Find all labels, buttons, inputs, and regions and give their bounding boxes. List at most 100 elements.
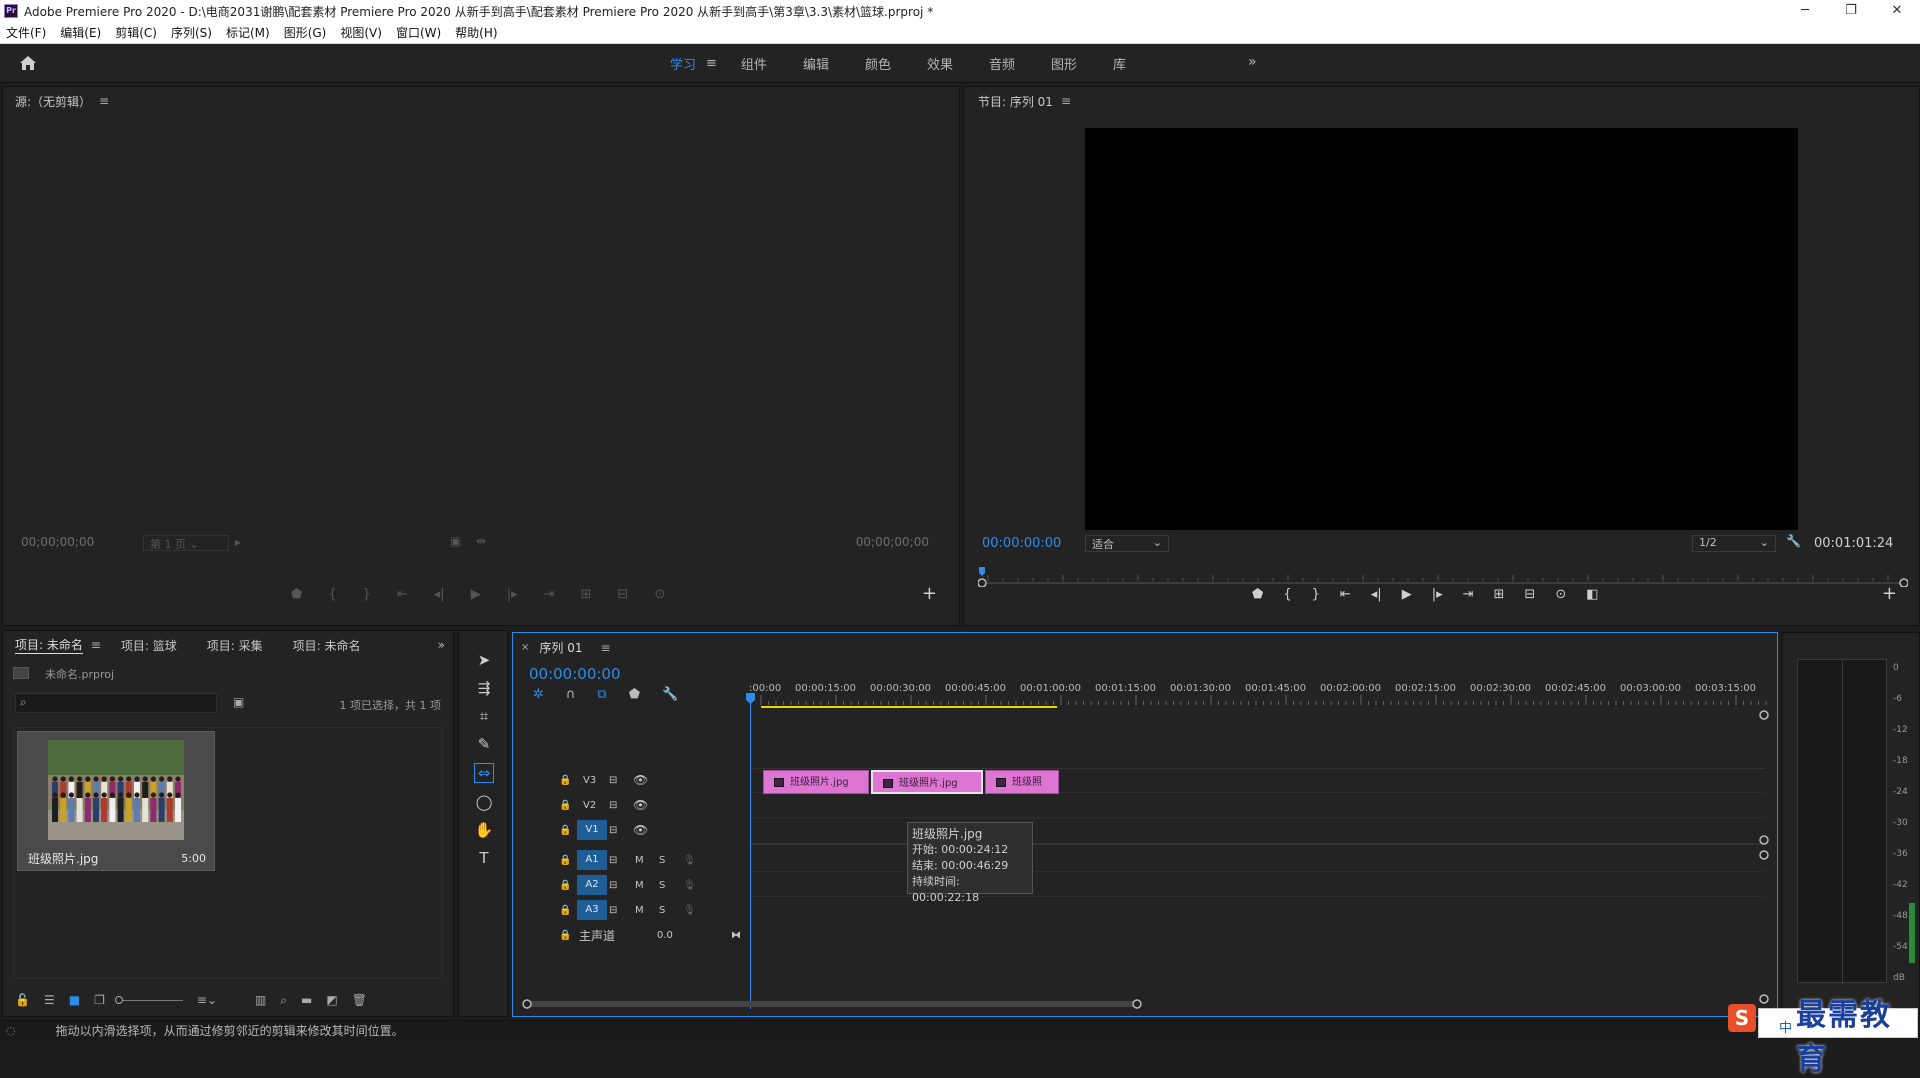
mark-out-icon[interactable]: } — [363, 587, 371, 602]
clip-1[interactable]: 班级照片.jpg — [763, 770, 869, 794]
export-frame-icon[interactable]: ⊙ — [1555, 587, 1566, 602]
fit-dropdown[interactable]: 适合 ⌄ — [1085, 535, 1169, 552]
slide-tool-icon[interactable]: ⇔ — [473, 763, 495, 783]
step-back-icon[interactable]: ◂| — [434, 587, 445, 602]
voiceover-mic-icon[interactable]: 🎙 — [683, 905, 696, 916]
track-visibility-icon[interactable]: 👁 — [633, 798, 648, 812]
track-lock-icon[interactable]: 🔒 — [559, 775, 571, 786]
solo-button[interactable]: S — [659, 855, 665, 866]
find-icon[interactable]: ⌕ — [280, 993, 287, 1008]
workspace-tab-audio[interactable]: 音频 — [989, 54, 1015, 73]
menu-markers[interactable]: 标记(M) — [226, 24, 270, 41]
close-tab-icon[interactable]: × — [521, 642, 529, 653]
track-lock-icon[interactable]: 🔒 — [559, 855, 571, 866]
project-tab-untitled-2[interactable]: 项目: 未命名 — [293, 637, 361, 654]
trim-icon[interactable]: ⇹ — [476, 534, 486, 548]
page-dropdown[interactable]: 第 1 页 ⌄ — [143, 535, 229, 551]
mark-in-icon[interactable]: { — [1283, 587, 1291, 602]
lock-icon[interactable]: 🔓 — [15, 993, 30, 1007]
track-lock-icon[interactable]: 🔒 — [559, 930, 571, 941]
export-frame-icon[interactable]: ⊙ — [654, 587, 665, 602]
track-visibility-icon[interactable]: 👁 — [633, 823, 648, 837]
mute-button[interactable]: M — [635, 880, 644, 891]
new-bin-icon[interactable]: ▬ — [301, 993, 312, 1007]
zoom-slider[interactable] — [114, 995, 183, 1004]
program-timecode[interactable]: 00:00:00:00 — [982, 536, 1061, 551]
automate-to-sequence-icon[interactable]: ▥ — [255, 993, 266, 1007]
track-label-a2[interactable]: A2 — [577, 875, 607, 895]
workspace-more-button[interactable]: » — [1248, 54, 1257, 70]
step-back-icon[interactable]: ◂| — [1371, 587, 1382, 602]
track-label-a3[interactable]: A3 — [577, 900, 607, 920]
menu-window[interactable]: 窗口(W) — [396, 24, 441, 41]
home-icon[interactable] — [18, 53, 38, 73]
minimize-button[interactable]: ─ — [1782, 0, 1828, 22]
project-tab-untitled[interactable]: 项目: 未命名 — [15, 636, 83, 654]
solo-button[interactable]: S — [659, 905, 665, 916]
linked-selection-icon[interactable]: ⧉ — [597, 687, 606, 702]
step-forward-icon[interactable]: |▸ — [507, 587, 518, 602]
voiceover-mic-icon[interactable]: 🎙 — [683, 855, 696, 866]
comparison-view-icon[interactable]: ◧ — [1586, 587, 1598, 602]
step-forward-icon[interactable]: |▸ — [1432, 587, 1443, 602]
sogou-ime-icon[interactable]: S — [1728, 1004, 1756, 1032]
project-search-input[interactable]: ⌕ — [15, 693, 217, 713]
close-button[interactable]: ✕ — [1874, 0, 1920, 22]
ripple-edit-tool-icon[interactable]: ⌗ — [480, 707, 488, 725]
ime-mode-label[interactable]: 中 — [1779, 1017, 1792, 1036]
playhead-icon[interactable] — [746, 693, 756, 705]
ellipse-tool-icon[interactable]: ◯ — [476, 793, 493, 811]
go-to-out-icon[interactable]: ⇥ — [544, 587, 555, 602]
maximize-button[interactable]: ❐ — [1828, 0, 1874, 22]
horizontal-scrollbar[interactable] — [521, 997, 1761, 1011]
source-monitor-title[interactable]: 源:（无剪辑） — [15, 93, 91, 110]
go-to-in-icon[interactable]: ⇤ — [1340, 587, 1351, 602]
mute-button[interactable]: M — [635, 855, 644, 866]
menu-sequence[interactable]: 序列(S) — [171, 24, 212, 41]
workspace-tab-graphics[interactable]: 图形 — [1051, 54, 1077, 73]
new-search-bin-icon[interactable]: ▣ — [233, 695, 244, 709]
extract-icon[interactable]: ⊟ — [1524, 587, 1535, 602]
project-tabs-more-icon[interactable]: » — [438, 638, 445, 652]
panel-menu-icon[interactable]: ≡ — [91, 638, 101, 652]
toggle-sync-icon[interactable]: ⊟ — [609, 855, 617, 866]
menu-help[interactable]: 帮助(H) — [455, 24, 497, 41]
resolution-dropdown[interactable]: 1/2 ⌄ — [1692, 535, 1776, 552]
hand-tool-icon[interactable]: ✋ — [475, 821, 494, 839]
timeline-timecode[interactable]: 00:00:00:00 — [529, 665, 621, 683]
program-video-frame[interactable] — [1085, 128, 1798, 530]
workspace-tab-libraries[interactable]: 库 — [1113, 54, 1126, 73]
track-label-v3[interactable]: V3 — [583, 775, 596, 786]
workspace-tab-assembly[interactable]: 组件 — [741, 54, 767, 73]
toggle-sync-icon[interactable]: ⊟ — [609, 800, 617, 811]
menu-edit[interactable]: 编辑(E) — [60, 24, 101, 41]
source-timecode-right[interactable]: 00;00;00;00 — [856, 535, 929, 549]
menu-file[interactable]: 文件(F) — [6, 24, 46, 41]
add-marker-icon[interactable]: ⬟ — [291, 587, 302, 602]
time-ruler[interactable]: :00:00 00:00:15:00 00:00:30:00 00:00:45:… — [749, 633, 1779, 713]
panel-menu-icon[interactable]: ≡ — [600, 641, 610, 655]
add-marker-icon[interactable]: ⬟ — [629, 687, 640, 702]
track-select-tool-icon[interactable]: ⇶ — [478, 679, 491, 697]
mute-button[interactable]: M — [635, 905, 644, 916]
new-item-icon[interactable]: ◩ — [326, 993, 337, 1007]
vertical-scrollbar[interactable] — [1757, 709, 1771, 1009]
voiceover-mic-icon[interactable]: 🎙 — [683, 880, 696, 891]
workspace-tab-learn[interactable]: 学习 — [670, 54, 696, 73]
project-tab-capture[interactable]: 项目: 采集 — [207, 637, 263, 654]
track-visibility-icon[interactable]: 👁 — [633, 773, 648, 787]
track-lock-icon[interactable]: 🔒 — [559, 880, 571, 891]
go-to-in-icon[interactable]: ⇤ — [397, 587, 408, 602]
workspace-tab-color[interactable]: 颜色 — [865, 54, 891, 73]
add-marker-icon[interactable]: ⬟ — [1252, 587, 1263, 602]
add-button-icon[interactable]: + — [922, 583, 937, 604]
play-icon[interactable]: ▶ — [1402, 587, 1412, 602]
track-label-a1[interactable]: A1 — [577, 850, 607, 870]
list-view-icon[interactable]: ☰ — [44, 993, 55, 1007]
type-tool-icon[interactable]: T — [479, 849, 488, 867]
add-button-icon[interactable]: + — [1882, 583, 1897, 604]
program-monitor-title[interactable]: 节目: 序列 01 — [978, 93, 1053, 110]
project-item-thumbnail[interactable]: 班级照片.jpg 5:00 — [17, 731, 215, 871]
master-volume-value[interactable]: 0.0 — [657, 930, 673, 941]
toggle-sync-icon[interactable]: ⊟ — [609, 775, 617, 786]
